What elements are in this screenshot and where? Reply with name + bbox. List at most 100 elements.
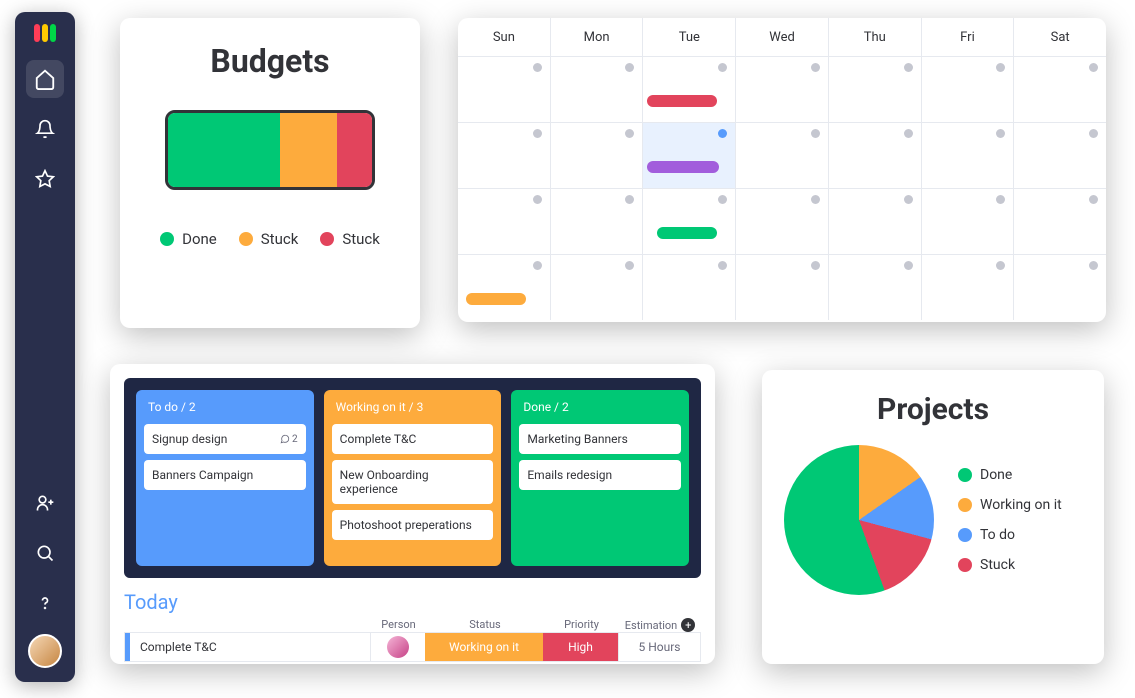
kanban-col-title: To do / 2 bbox=[144, 398, 306, 416]
calendar-cell[interactable] bbox=[458, 123, 551, 188]
projects-legend: Done Working on it To do Stuck bbox=[958, 467, 1062, 573]
kanban-card-item[interactable]: Emails redesign bbox=[519, 460, 681, 490]
kanban-card-item[interactable]: Marketing Banners bbox=[519, 424, 681, 454]
calendar-cell[interactable] bbox=[922, 189, 1015, 254]
col-estimation: Estimation + bbox=[619, 618, 701, 632]
day-wed: Wed bbox=[736, 18, 829, 56]
calendar-event[interactable] bbox=[647, 161, 719, 173]
calendar-cell[interactable] bbox=[922, 57, 1015, 122]
kanban-card-item[interactable]: Banners Campaign bbox=[144, 460, 306, 490]
calendar-cell[interactable] bbox=[643, 189, 736, 254]
calendar-cell[interactable] bbox=[829, 189, 922, 254]
calendar-cell[interactable] bbox=[1014, 123, 1106, 188]
day-sat: Sat bbox=[1014, 18, 1106, 56]
calendar-header: Sun Mon Tue Wed Thu Fri Sat bbox=[458, 18, 1106, 56]
task-estimation[interactable]: 5 Hours bbox=[618, 633, 700, 661]
day-sun: Sun bbox=[458, 18, 551, 56]
calendar-card: Sun Mon Tue Wed Thu Fri Sat bbox=[458, 18, 1106, 322]
budgets-legend: Done Stuck Stuck bbox=[144, 230, 396, 248]
calendar-cell[interactable] bbox=[1014, 189, 1106, 254]
user-avatar[interactable] bbox=[28, 634, 62, 668]
calendar-row bbox=[458, 56, 1106, 122]
kanban-card-item[interactable]: Photoshoot preperations bbox=[332, 510, 494, 540]
task-name[interactable]: Complete T&C bbox=[125, 633, 370, 661]
kanban-card-item[interactable]: New Onboarding experience bbox=[332, 460, 494, 504]
calendar-cell[interactable] bbox=[736, 123, 829, 188]
task-person[interactable] bbox=[370, 633, 425, 661]
calendar-cell[interactable] bbox=[458, 255, 551, 320]
calendar-cell[interactable] bbox=[551, 123, 644, 188]
projects-card: Projects Done Working on it To do Stuck bbox=[762, 370, 1104, 664]
calendar-cell[interactable] bbox=[829, 57, 922, 122]
projects-pie-chart bbox=[784, 445, 934, 595]
day-tue: Tue bbox=[643, 18, 736, 56]
help-icon[interactable] bbox=[26, 584, 64, 622]
calendar-row bbox=[458, 254, 1106, 320]
calendar-cell[interactable] bbox=[1014, 57, 1106, 122]
today-header: Person Status Priority Estimation + bbox=[124, 618, 701, 632]
calendar-cell[interactable] bbox=[551, 189, 644, 254]
battery-segment-stuck-2 bbox=[337, 113, 372, 187]
bell-icon[interactable] bbox=[26, 110, 64, 148]
col-person: Person bbox=[371, 618, 426, 632]
add-column-icon[interactable]: + bbox=[681, 618, 695, 632]
calendar-cell[interactable] bbox=[643, 57, 736, 122]
calendar-cell[interactable] bbox=[922, 123, 1015, 188]
legend-stuck-1: Stuck bbox=[239, 230, 299, 248]
calendar-row bbox=[458, 188, 1106, 254]
calendar-event[interactable] bbox=[657, 227, 717, 239]
kanban-col-working[interactable]: Working on it / 3 Complete T&C New Onboa… bbox=[324, 390, 502, 566]
star-icon[interactable] bbox=[26, 160, 64, 198]
calendar-cell[interactable] bbox=[736, 255, 829, 320]
day-mon: Mon bbox=[551, 18, 644, 56]
board-card: To do / 2 Signup design 2 Banners Campai… bbox=[110, 364, 715, 664]
projects-title: Projects bbox=[784, 392, 1082, 427]
kanban-card-item[interactable]: Complete T&C bbox=[332, 424, 494, 454]
calendar-cell[interactable] bbox=[551, 57, 644, 122]
battery-segment-done bbox=[168, 113, 280, 187]
legend-working: Working on it bbox=[958, 497, 1062, 513]
calendar-row bbox=[458, 122, 1106, 188]
kanban-col-title: Working on it / 3 bbox=[332, 398, 494, 416]
today-section: Today Person Status Priority Estimation … bbox=[124, 590, 701, 662]
legend-stuck-2: Stuck bbox=[320, 230, 380, 248]
today-title: Today bbox=[124, 590, 701, 614]
task-priority[interactable]: High bbox=[543, 633, 618, 661]
day-thu: Thu bbox=[829, 18, 922, 56]
battery-segment-stuck-1 bbox=[280, 113, 337, 187]
legend-done: Done bbox=[160, 230, 217, 248]
legend-todo: To do bbox=[958, 527, 1062, 543]
day-fri: Fri bbox=[922, 18, 1015, 56]
calendar-cell[interactable] bbox=[922, 255, 1015, 320]
calendar-cell-today[interactable] bbox=[643, 123, 736, 188]
calendar-cell[interactable] bbox=[551, 255, 644, 320]
calendar-cell[interactable] bbox=[736, 189, 829, 254]
kanban-col-title: Done / 2 bbox=[519, 398, 681, 416]
home-icon[interactable] bbox=[26, 60, 64, 98]
calendar-cell[interactable] bbox=[829, 255, 922, 320]
calendar-cell[interactable] bbox=[1014, 255, 1106, 320]
calendar-event[interactable] bbox=[466, 293, 526, 305]
kanban-col-todo[interactable]: To do / 2 Signup design 2 Banners Campai… bbox=[136, 390, 314, 566]
task-status[interactable]: Working on it bbox=[425, 633, 543, 661]
calendar-cell[interactable] bbox=[829, 123, 922, 188]
today-row[interactable]: Complete T&C Working on it High 5 Hours bbox=[124, 632, 701, 662]
kanban-board: To do / 2 Signup design 2 Banners Campai… bbox=[124, 378, 701, 578]
kanban-card-item[interactable]: Signup design 2 bbox=[144, 424, 306, 454]
invite-icon[interactable] bbox=[26, 484, 64, 522]
app-logo bbox=[34, 24, 56, 42]
budgets-card: Budgets Done Stuck Stuck bbox=[120, 18, 420, 328]
comment-icon: 2 bbox=[280, 434, 298, 445]
calendar-event[interactable] bbox=[647, 95, 717, 107]
calendar-cell[interactable] bbox=[643, 255, 736, 320]
kanban-col-done[interactable]: Done / 2 Marketing Banners Emails redesi… bbox=[511, 390, 689, 566]
budgets-title: Budgets bbox=[144, 42, 396, 80]
legend-done: Done bbox=[958, 467, 1062, 483]
calendar-cell[interactable] bbox=[458, 189, 551, 254]
col-priority: Priority bbox=[544, 618, 619, 632]
sidebar bbox=[15, 12, 75, 682]
budgets-battery-chart bbox=[165, 110, 375, 190]
calendar-cell[interactable] bbox=[736, 57, 829, 122]
search-icon[interactable] bbox=[26, 534, 64, 572]
calendar-cell[interactable] bbox=[458, 57, 551, 122]
